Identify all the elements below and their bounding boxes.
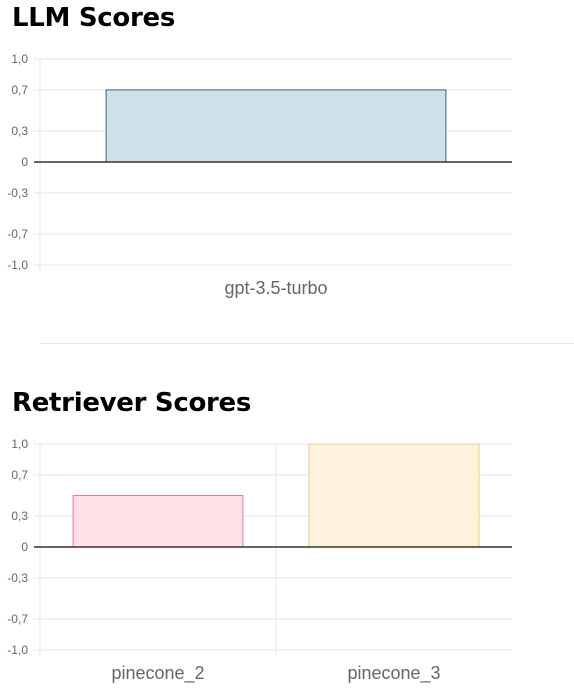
y-tick-label: -1,0 (7, 643, 28, 657)
y-tick-label: 0,3 (11, 124, 28, 138)
llm-scores-title: LLM Scores (12, 3, 175, 33)
bar-pinecone_2 (72, 495, 244, 548)
y-tick-label: 1,0 (11, 52, 28, 66)
y-tick-label: 0 (21, 540, 28, 554)
y-tick-label: -0,3 (7, 571, 28, 585)
retriever-scores-chart: 1,0 0,7 0,3 0 -0,3 -0,7 -1,0 pinecone_2 pinecone… (7, 437, 512, 684)
y-tick-label: -0,3 (7, 186, 28, 200)
x-category-label: gpt-3.5-turbo (224, 278, 327, 298)
retriever-scores-title: Retriever Scores (12, 388, 252, 418)
x-category-label: pinecone_2 (111, 663, 204, 684)
llm-scores-chart: 1,0 0,7 0,3 0 -0,3 -0,7 -1,0 gpt-3.5-turbo (7, 52, 512, 298)
y-tick-label: 1,0 (11, 437, 28, 451)
x-category-label: pinecone_3 (347, 663, 440, 684)
y-tick-label: 0 (21, 155, 28, 169)
y-tick-label: -0,7 (7, 612, 28, 626)
y-tick-label: -1,0 (7, 258, 28, 272)
bar-gpt-3.5-turbo (105, 89, 447, 163)
y-tick-label: 0,7 (11, 83, 28, 97)
section-divider (40, 343, 574, 344)
y-tick-label: 0,7 (11, 468, 28, 482)
y-tick-label: -0,7 (7, 227, 28, 241)
y-tick-label: 0,3 (11, 509, 28, 523)
bar-pinecone_3 (308, 443, 480, 548)
